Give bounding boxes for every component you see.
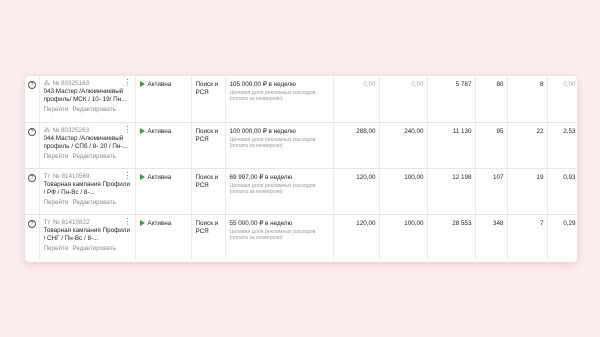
budget-note: Целевая доля рекламных расходов (оплата … (229, 90, 316, 103)
campaign-cell: ⁂ № 80325163 043.Мастер /Алюминиевый про… (39, 76, 136, 123)
go-link[interactable]: Перейти (44, 245, 69, 252)
stat-cell-2: 0,00 (379, 76, 428, 123)
stat-cell-3: 5 787 (427, 76, 476, 123)
status-label: Активна (147, 81, 172, 88)
campaign-name[interactable]: Товарная кампания Профили / РФ / Пн-Вс /… (44, 181, 132, 197)
campaign-cell: Tт № 81410569 Товарная кампания Профили … (39, 168, 136, 215)
question-circle-icon[interactable]: ? (28, 219, 36, 228)
status-label: Активна (147, 219, 172, 227)
stat-cell-4: 348 (475, 214, 508, 260)
status-cell: Активна (135, 214, 192, 260)
campaign-name[interactable]: Товарная кампания Профили / СНГ / Пн-Вс … (44, 227, 132, 243)
stat-cell-5: 7 (507, 214, 548, 260)
help-cell: ? (25, 214, 40, 260)
status-cell: Активна (135, 76, 192, 123)
budget-value: 55 000,00 ₽ в неделю (229, 219, 293, 227)
campaigns-table-body: ? ⁂ № 80325163 043.Мастер /Алюминиевый п… (25, 76, 577, 260)
ad-type-icon: ⁂ (43, 126, 50, 134)
edit-link[interactable]: Редактировать (72, 245, 116, 252)
budget-note: Целевая доля рекламных расходов (оплата … (229, 228, 316, 241)
placement-cell: Поиск и РСЯ (191, 122, 226, 169)
play-icon (139, 219, 145, 226)
stat-cell-6: 2,53 (547, 122, 577, 169)
stat-cell-3: 12 198 (427, 168, 476, 215)
placement-cell: Поиск и РСЯ (191, 214, 226, 260)
campaign-row[interactable]: ? ⁂ № 80325263 044.Мастер /Алюминиевый п… (25, 122, 577, 169)
question-circle-icon[interactable]: ? (28, 127, 36, 136)
help-cell: ? (25, 122, 40, 169)
campaign-cell: ⁂ № 80325263 044.Мастер /Алюминиевый про… (39, 122, 136, 169)
stat-cell-3: 11 130 (427, 122, 476, 169)
stat-cell-2: 100,00 (379, 214, 428, 260)
budget-value: 100 000,00 ₽ в неделю (229, 127, 296, 135)
campaigns-table: ? ⁂ № 80325163 043.Мастер /Алюминиевый п… (25, 76, 577, 260)
stat-cell-5: 8 (507, 76, 548, 123)
go-link[interactable]: Перейти (44, 106, 69, 113)
play-icon (139, 81, 145, 87)
stat-cell-6: 0,29 (547, 214, 577, 260)
stat-cell-6: 0,93 (547, 168, 577, 215)
kebab-menu-icon[interactable]: ⋮ (124, 125, 132, 134)
ad-type-icon: Tт (43, 172, 51, 180)
status-cell: Активна (135, 122, 192, 169)
budget-value: 105 000,00 ₽ в неделю (229, 81, 296, 88)
stat-cell-5: 19 (507, 168, 548, 215)
campaign-cell: Tт № 81410822 Товарная кампания Профили … (39, 214, 136, 260)
campaign-id: № 80325163 (52, 80, 90, 87)
question-circle-icon[interactable]: ? (28, 81, 36, 89)
ad-type-icon: Tт (43, 218, 51, 226)
question-circle-icon[interactable]: ? (28, 173, 36, 182)
stat-cell-1: 288,00 (333, 122, 380, 169)
edit-link[interactable]: Редактировать (72, 106, 116, 113)
stat-cell-2: 240,00 (379, 122, 428, 169)
placement-cell: Поиск и РСЯ (191, 168, 226, 215)
stat-cell-1: 0,00 (333, 76, 380, 123)
stat-cell-1: 120,00 (333, 168, 380, 215)
campaign-row[interactable]: ? Tт № 81410569 Товарная кампания Профил… (25, 168, 577, 215)
budget-cell: 55 000,00 ₽ в неделю Целевая доля реклам… (225, 214, 334, 260)
stat-cell-5: 22 (507, 122, 548, 169)
edit-link[interactable]: Редактировать (72, 199, 116, 206)
campaign-id: № 81410822 (52, 218, 90, 226)
status-label: Активна (147, 127, 172, 135)
ad-type-icon: ⁂ (43, 80, 50, 87)
budget-value: 69 997,00 ₽ в неделю (229, 173, 293, 181)
stat-cell-6: 0,00 (547, 76, 577, 123)
budget-cell: 100 000,00 ₽ в неделю Целевая доля рекла… (225, 122, 334, 169)
kebab-menu-icon[interactable]: ⋮ (124, 171, 132, 180)
go-link[interactable]: Перейти (44, 153, 69, 160)
campaign-id: № 81410569 (52, 172, 90, 180)
edit-link[interactable]: Редактировать (72, 153, 116, 160)
budget-note: Целевая доля рекламных расходов (оплата … (229, 136, 316, 149)
campaigns-table-card: ? ⁂ № 80325163 043.Мастер /Алюминиевый п… (25, 76, 577, 262)
play-icon (139, 173, 145, 180)
campaign-id: № 80325263 (52, 126, 90, 134)
status-label: Активна (147, 173, 172, 181)
stat-cell-4: 95 (475, 122, 508, 169)
play-icon (139, 127, 145, 134)
go-link[interactable]: Перейти (44, 199, 69, 206)
budget-cell: 69 997,00 ₽ в неделю Целевая доля реклам… (225, 168, 334, 215)
campaign-row[interactable]: ? Tт № 81410822 Товарная кампания Профил… (25, 214, 577, 260)
help-cell: ? (25, 76, 40, 123)
kebab-menu-icon[interactable]: ⋮ (124, 79, 132, 87)
campaign-row[interactable]: ? ⁂ № 80325163 043.Мастер /Алюминиевый п… (25, 76, 577, 123)
stat-cell-4: 107 (475, 168, 508, 215)
budget-cell: 105 000,00 ₽ в неделю Целевая доля рекла… (225, 76, 334, 123)
stat-cell-4: 80 (475, 76, 508, 123)
placement-cell: Поиск и РСЯ (191, 76, 226, 123)
budget-note: Целевая доля рекламных расходов (оплата … (229, 182, 316, 195)
status-cell: Активна (135, 168, 192, 215)
stat-cell-2: 100,00 (379, 168, 428, 215)
kebab-menu-icon[interactable]: ⋮ (124, 217, 132, 226)
campaign-name[interactable]: 043.Мастер /Алюминиевый профиль/ МСК / 1… (44, 88, 132, 104)
stat-cell-1: 120,00 (333, 214, 380, 260)
help-cell: ? (25, 168, 40, 215)
stat-cell-3: 28 553 (427, 214, 476, 260)
campaign-name[interactable]: 044.Мастер /Алюминиевый профиль / СПб / … (44, 135, 132, 151)
